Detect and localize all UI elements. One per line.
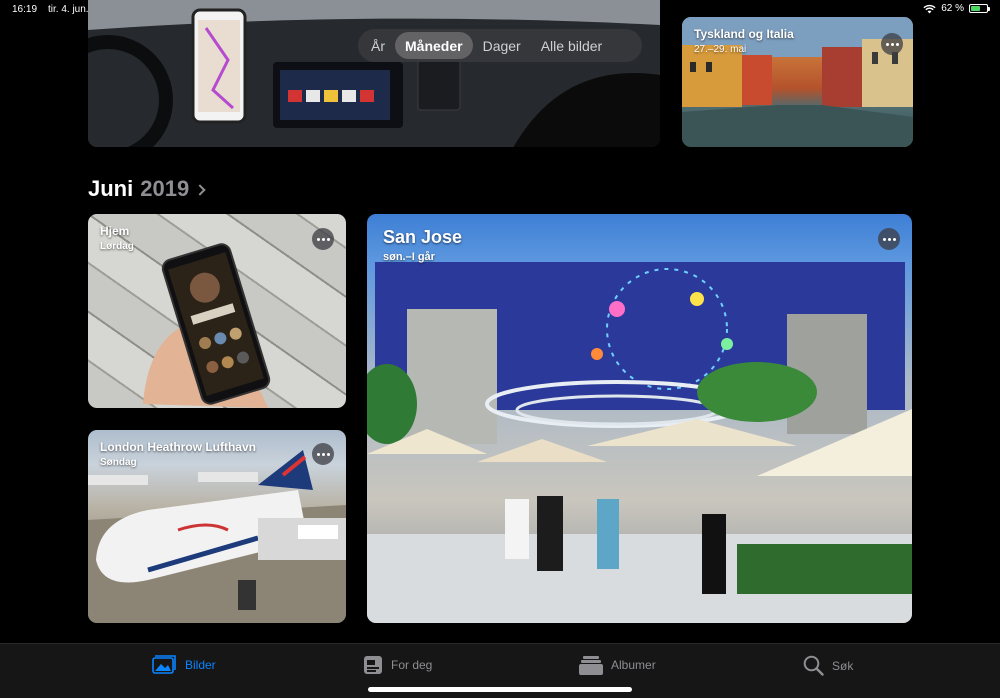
- tab-label: For deg: [391, 658, 433, 672]
- status-right: 62 %: [923, 3, 990, 14]
- tab-label: Bilder: [185, 658, 216, 672]
- photo-card-italia[interactable]: Tyskland og Italia 27.–29. mai: [682, 17, 913, 147]
- photo-card-san-jose[interactable]: San Jose søn.–I går: [367, 214, 912, 623]
- battery-percent: 62 %: [941, 3, 964, 14]
- tab-photos[interactable]: Bilder: [152, 655, 216, 675]
- section-title-month[interactable]: Juni 2019: [88, 176, 206, 202]
- card-title: Hjem: [100, 224, 130, 238]
- segment-months[interactable]: Måneder: [395, 32, 473, 59]
- tab-for-you[interactable]: For deg: [363, 655, 432, 675]
- tab-albums[interactable]: Albumer: [579, 655, 656, 675]
- home-indicator[interactable]: [368, 687, 632, 692]
- for-you-icon: [364, 656, 382, 674]
- card-title: Tyskland og Italia: [694, 27, 794, 41]
- view-segmented-control[interactable]: År Måneder Dager Alle bilder: [358, 29, 642, 62]
- segment-days[interactable]: Dager: [473, 32, 531, 59]
- tab-label: Søk: [832, 658, 854, 673]
- card-title: London Heathrow Lufthavn: [100, 440, 256, 454]
- status-bar: 16:19 tir. 4. jun. 62 %: [0, 0, 1000, 20]
- card-subtitle: søn.–I går: [383, 251, 435, 263]
- more-button[interactable]: [312, 228, 334, 250]
- wifi-icon: [923, 4, 936, 13]
- tab-search[interactable]: Søk: [803, 655, 853, 676]
- more-button[interactable]: [878, 228, 900, 250]
- segment-years[interactable]: År: [361, 32, 395, 59]
- segment-all-photos[interactable]: Alle bilder: [531, 32, 612, 59]
- card-subtitle: Lørdag: [100, 241, 134, 252]
- status-date: tir. 4. jun.: [48, 4, 89, 15]
- card-title: San Jose: [383, 227, 463, 247]
- card-subtitle: 27.–29. mai: [694, 44, 747, 55]
- car-dashboard-image: [88, 0, 660, 147]
- battery-fill: [971, 6, 981, 11]
- tab-label: Albumer: [611, 658, 656, 672]
- wwdc-venue-image: [367, 262, 912, 623]
- status-time: 16:19: [12, 4, 38, 15]
- battery-icon: [969, 4, 990, 13]
- photo-card-heathrow[interactable]: London Heathrow Lufthavn Søndag: [88, 430, 346, 623]
- section-year: 2019: [140, 176, 190, 201]
- more-button[interactable]: [312, 443, 334, 465]
- search-icon: [803, 655, 824, 676]
- section-month: Juni: [88, 176, 134, 201]
- more-button[interactable]: [881, 33, 903, 55]
- chevron-right-icon: [194, 183, 206, 196]
- albums-icon: [579, 656, 603, 675]
- photo-card-hjem[interactable]: Hjem Lørdag: [88, 214, 346, 408]
- card-subtitle: Søndag: [100, 457, 137, 468]
- photos-icon: [152, 655, 176, 674]
- photo-car-dashboard[interactable]: [88, 0, 660, 147]
